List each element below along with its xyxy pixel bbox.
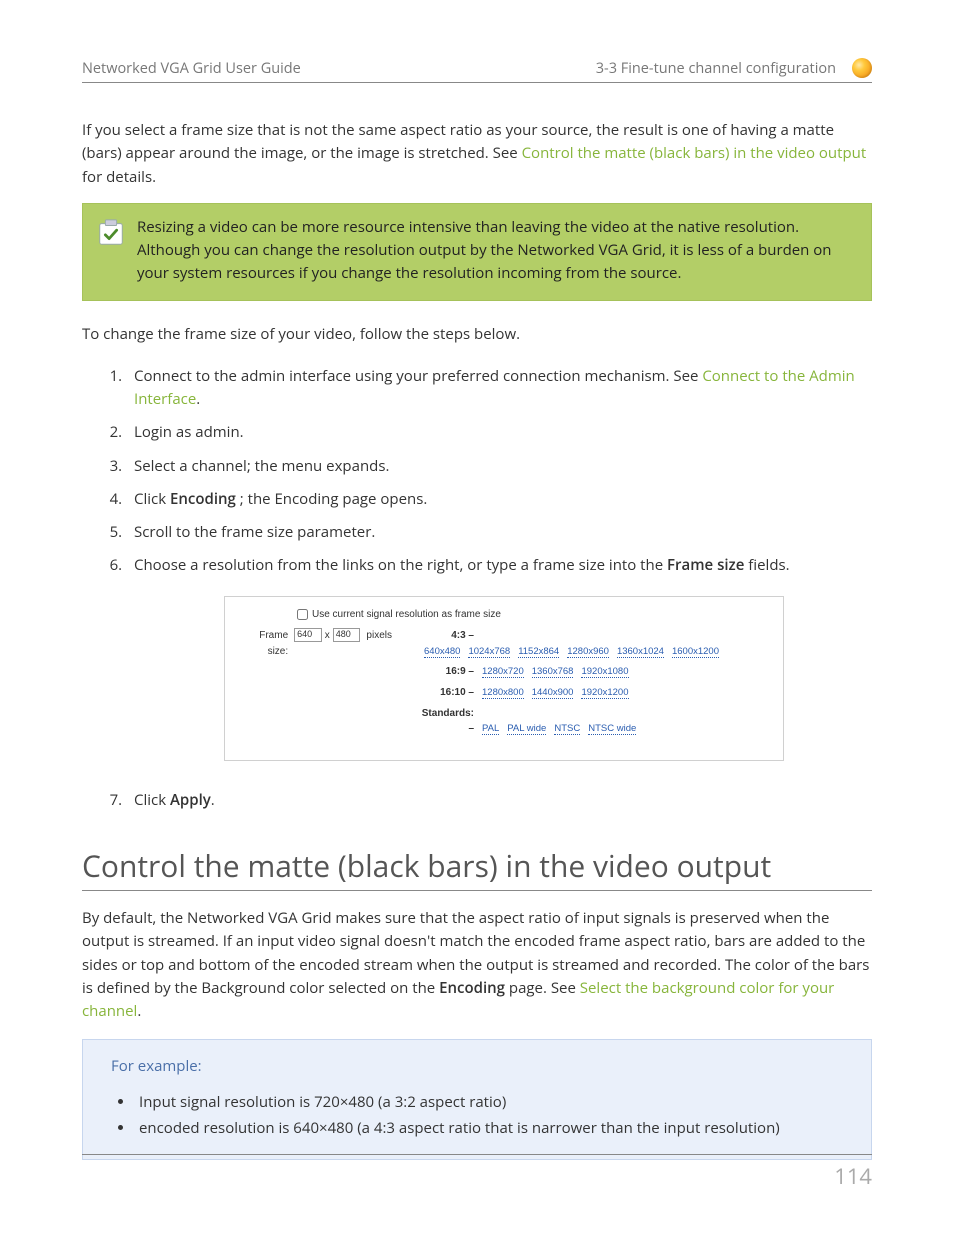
header-left: Networked VGA Grid User Guide [82, 59, 301, 78]
step-5: Scroll to the frame size parameter. [126, 516, 872, 549]
checkmark-note-icon [93, 216, 129, 286]
resolution-row: 4:3 –640x4801024x7681152x8641280x9601360… [416, 628, 771, 659]
resolution-link[interactable]: NTSC wide [588, 723, 636, 735]
step-7: Click Apply. [126, 784, 872, 817]
example-title: For example: [111, 1056, 851, 1076]
resolution-link[interactable]: 1280x800 [482, 687, 524, 699]
width-input[interactable]: 640 [294, 628, 322, 642]
section-heading: Control the matte (black bars) in the vi… [82, 845, 872, 891]
step-3: Select a channel; the menu expands. [126, 450, 872, 483]
section-paragraph: By default, the Networked VGA Grid makes… [82, 907, 872, 1023]
resolution-link[interactable]: PAL wide [507, 723, 546, 735]
resolution-link[interactable]: PAL [482, 723, 499, 735]
resolution-link[interactable]: 1360x768 [532, 666, 574, 678]
resolution-link[interactable]: 1280x960 [567, 646, 609, 658]
lead-paragraph: To change the frame size of your video, … [82, 323, 872, 346]
resolution-row: Standards: –PALPAL wideNTSCNTSC wide [416, 706, 771, 737]
footer-rule [82, 1154, 872, 1155]
example-list: Input signal resolution is 720×480 (a 3:… [135, 1090, 851, 1141]
example-item: encoded resolution is 640×480 (a 4:3 asp… [135, 1116, 851, 1142]
resolution-row: 16:9 –1280x7201360x7681920x1080 [416, 664, 771, 680]
step-4: Click Encoding ; the Encoding page opens… [126, 483, 872, 516]
resolution-link[interactable]: 1152x864 [518, 646, 559, 658]
page-number: 114 [834, 1161, 872, 1191]
example-item: Input signal resolution is 720×480 (a 3:… [135, 1090, 851, 1116]
frame-size-label: Frame size: [237, 628, 294, 659]
callout-text: Resizing a video can be more resource in… [129, 216, 855, 286]
resolution-row: 16:10 –1280x8001440x9001920x1200 [416, 685, 771, 701]
example-box: For example: Input signal resolution is … [82, 1039, 872, 1160]
resolution-link[interactable]: 1360x1024 [617, 646, 664, 658]
steps-list: Connect to the admin interface using you… [126, 360, 872, 817]
step-6: Choose a resolution from the links on th… [126, 549, 872, 784]
frame-size-screenshot: Use current signal resolution as frame s… [224, 596, 784, 761]
resolution-link[interactable]: 640x480 [424, 646, 460, 658]
step-2: Login as admin. [126, 416, 872, 449]
resolution-link[interactable]: 1600x1200 [672, 646, 719, 658]
use-current-checkbox[interactable]: Use current signal resolution as frame s… [297, 607, 501, 623]
step-1: Connect to the admin interface using you… [126, 360, 872, 417]
resolution-link[interactable]: 1280x720 [482, 666, 524, 678]
brand-orb-icon [852, 58, 872, 78]
intro-paragraph: If you select a frame size that is not t… [82, 119, 872, 189]
resolution-link[interactable]: 1920x1080 [581, 666, 628, 678]
height-input[interactable]: 480 [333, 628, 361, 642]
matte-link[interactable]: Control the matte (black bars) in the vi… [522, 143, 867, 163]
resolution-link[interactable]: 1440x900 [532, 687, 574, 699]
resolution-link[interactable]: 1024x768 [468, 646, 510, 658]
resolution-link[interactable]: NTSC [554, 723, 580, 735]
resolution-link[interactable]: 1920x1200 [581, 687, 628, 699]
header-right: 3-3 Fine-tune channel configuration [596, 59, 836, 78]
page-header: Networked VGA Grid User Guide 3-3 Fine-t… [82, 58, 872, 83]
info-callout: Resizing a video can be more resource in… [82, 203, 872, 301]
